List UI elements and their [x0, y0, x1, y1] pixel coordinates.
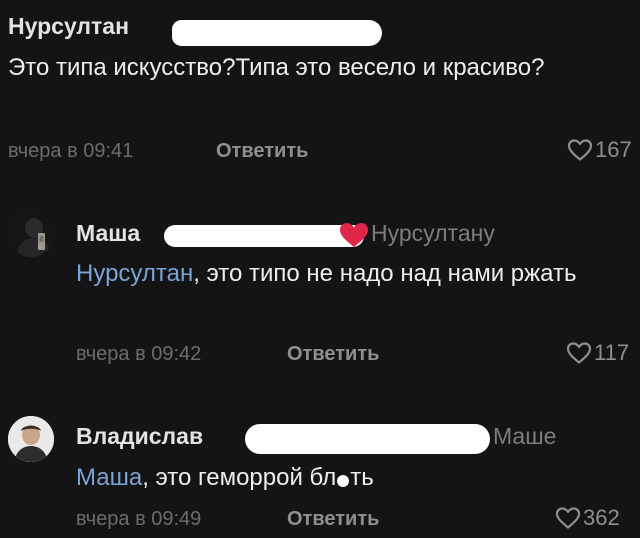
avatar[interactable]	[8, 211, 54, 257]
timestamp: вчера в 09:42	[76, 343, 202, 365]
comment-body: , это типо не надо над нами ржать	[193, 260, 577, 287]
heart-outline-icon	[566, 341, 592, 365]
reply-to-label[interactable]: Нурсултану	[371, 220, 495, 247]
redaction-mark	[245, 424, 490, 454]
comment-text: Нурсултан, это типо не надо над нами ржа…	[76, 256, 636, 292]
heart-outline-icon	[555, 506, 581, 530]
reply-button[interactable]: Ответить	[216, 140, 308, 163]
redaction-mark	[172, 20, 382, 46]
mention-link[interactable]: Нурсултан	[76, 260, 193, 287]
timestamp: вчера в 09:49	[76, 508, 202, 530]
author-name[interactable]: Маша	[76, 220, 140, 247]
comment-body-end: ть	[350, 464, 374, 491]
like-button[interactable]: 167	[567, 137, 632, 163]
reply-button[interactable]: Ответить	[287, 343, 379, 366]
redaction-dot	[337, 475, 350, 487]
red-heart-icon	[338, 221, 370, 254]
reply-button[interactable]: Ответить	[287, 508, 379, 531]
reply-to-label[interactable]: Маше	[493, 423, 556, 450]
like-count: 362	[583, 505, 620, 530]
avatar[interactable]	[8, 416, 54, 462]
timestamp: вчера в 09:41	[8, 140, 134, 162]
like-button[interactable]: 362	[555, 505, 620, 531]
comment-text: Маша, это геморрой бл ть	[76, 460, 636, 496]
like-count: 117	[594, 340, 630, 365]
redaction-mark	[164, 225, 364, 247]
heart-outline-icon	[567, 138, 593, 162]
like-count: 167	[595, 137, 632, 162]
comment-body: , это геморрой бл	[142, 464, 337, 491]
author-name[interactable]: Нурсултан	[8, 13, 129, 40]
mention-link[interactable]: Маша	[76, 464, 142, 491]
comment-text: Это типа искусство?Типа это весело и кра…	[8, 54, 545, 81]
like-button[interactable]: 117	[566, 340, 629, 366]
author-name[interactable]: Владислав	[76, 423, 203, 450]
